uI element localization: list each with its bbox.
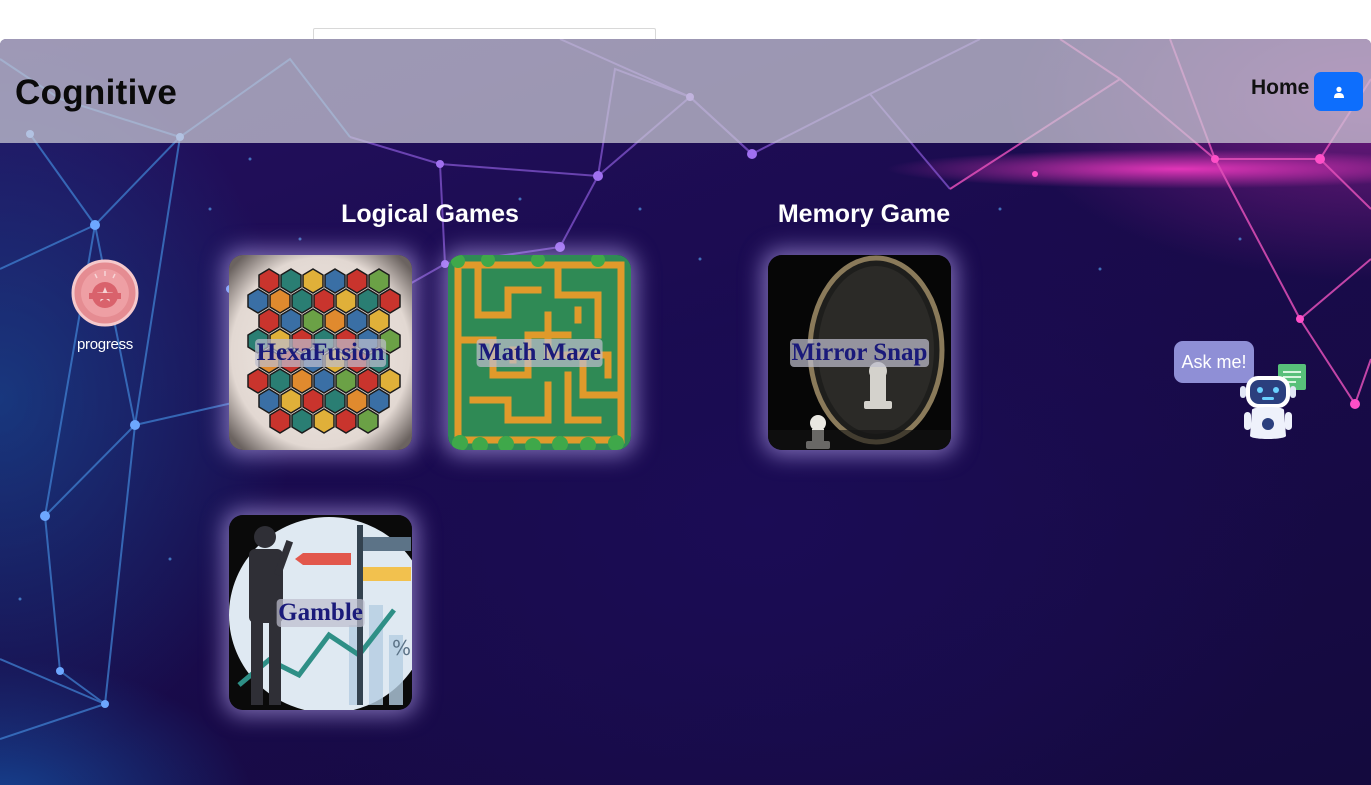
- medal-badge-icon: [71, 259, 139, 327]
- network-background: [0, 39, 1371, 740]
- navbar: Cognitive Home: [0, 39, 1371, 143]
- section-title-memory: Memory Game: [777, 200, 951, 228]
- svg-text:%: %: [392, 636, 411, 660]
- robot-chat-icon[interactable]: [1238, 362, 1310, 440]
- progress-label: progress: [77, 336, 133, 353]
- section-title-logical: Logical Games: [341, 200, 519, 228]
- game-title-math-maze: Math Maze: [476, 338, 603, 367]
- nav-home-link[interactable]: Home: [1251, 76, 1309, 100]
- user-icon: [1333, 86, 1344, 98]
- game-card-hexafusion[interactable]: HexaFusion: [229, 255, 412, 450]
- game-card-math-maze[interactable]: Math Maze: [448, 255, 631, 450]
- game-title-hexafusion: HexaFusion: [254, 338, 387, 367]
- game-title-mirror-snap: Mirror Snap: [789, 338, 930, 367]
- app-window: Cognitive Home progress Logical Games Me…: [0, 39, 1371, 785]
- game-title-gamble: Gamble: [276, 598, 365, 627]
- brand-logo[interactable]: Cognitive: [15, 73, 177, 113]
- game-card-mirror-snap[interactable]: Mirror Snap: [768, 255, 951, 450]
- game-card-gamble[interactable]: % Gamble: [229, 515, 412, 710]
- progress-widget[interactable]: progress: [70, 255, 140, 353]
- profile-button[interactable]: [1314, 72, 1363, 111]
